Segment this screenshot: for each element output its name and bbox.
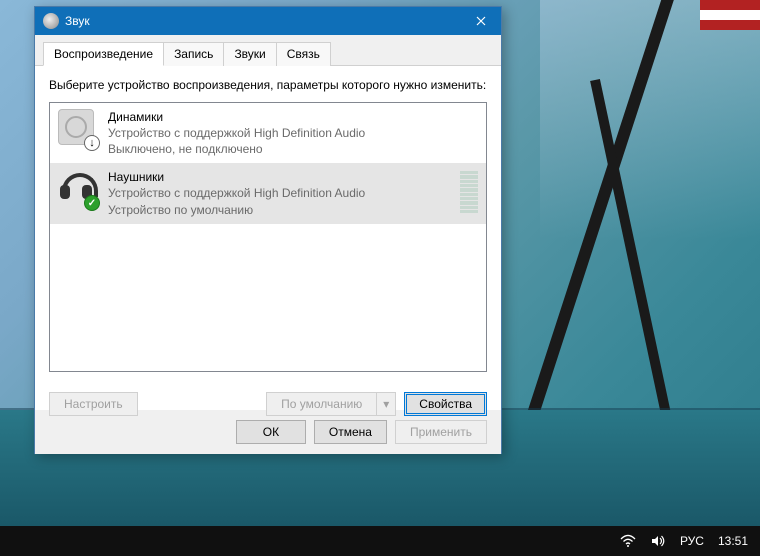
dialog-footer: ОК Отмена Применить: [35, 410, 501, 454]
ok-button[interactable]: ОК: [236, 420, 306, 444]
speaker-icon: [58, 109, 98, 149]
configure-button[interactable]: Настроить: [49, 392, 138, 416]
headphones-icon: [58, 169, 98, 209]
device-item-speakers[interactable]: Динамики Устройство с поддержкой High De…: [50, 103, 486, 164]
device-list[interactable]: Динамики Устройство с поддержкой High De…: [49, 102, 487, 372]
device-desc: Устройство с поддержкой High Definition …: [108, 185, 450, 201]
properties-button[interactable]: Свойства: [404, 392, 487, 416]
clock[interactable]: 13:51: [718, 534, 748, 548]
device-status: Устройство по умолчанию: [108, 202, 450, 218]
sound-icon: [43, 13, 59, 29]
cancel-button[interactable]: Отмена: [314, 420, 387, 444]
chevron-down-icon[interactable]: ▾: [376, 392, 396, 416]
close-icon: [476, 16, 486, 26]
tab-record[interactable]: Запись: [163, 42, 224, 66]
wifi-icon[interactable]: [620, 534, 636, 548]
apply-button[interactable]: Применить: [395, 420, 487, 444]
device-desc: Устройство с поддержкой High Definition …: [108, 125, 478, 141]
titlebar[interactable]: Звук: [35, 7, 501, 35]
close-button[interactable]: [461, 7, 501, 35]
disabled-badge-icon: [84, 135, 100, 151]
default-button[interactable]: По умолчанию: [266, 392, 376, 416]
wallpaper-flag: [700, 0, 760, 30]
volume-icon[interactable]: [650, 534, 666, 548]
taskbar[interactable]: РУС 13:51: [0, 526, 760, 556]
device-item-headphones[interactable]: Наушники Устройство с поддержкой High De…: [50, 163, 486, 224]
window-title: Звук: [65, 14, 461, 28]
default-badge-icon: [84, 195, 100, 211]
tab-sounds[interactable]: Звуки: [223, 42, 276, 66]
tab-playback[interactable]: Воспроизведение: [43, 42, 164, 66]
sound-dialog: Звук Воспроизведение Запись Звуки Связь …: [34, 6, 502, 454]
level-meter: [460, 171, 478, 213]
tab-comm[interactable]: Связь: [276, 42, 331, 66]
tabstrip: Воспроизведение Запись Звуки Связь: [35, 35, 501, 66]
tab-content: Выберите устройство воспроизведения, пар…: [35, 66, 501, 410]
default-split-button[interactable]: По умолчанию ▾: [266, 392, 396, 416]
device-name: Наушники: [108, 169, 450, 185]
language-indicator[interactable]: РУС: [680, 534, 704, 548]
device-buttons-row: Настроить По умолчанию ▾ Свойства: [49, 372, 487, 416]
device-name: Динамики: [108, 109, 478, 125]
instruction-text: Выберите устройство воспроизведения, пар…: [49, 78, 487, 94]
device-status: Выключено, не подключено: [108, 141, 478, 157]
